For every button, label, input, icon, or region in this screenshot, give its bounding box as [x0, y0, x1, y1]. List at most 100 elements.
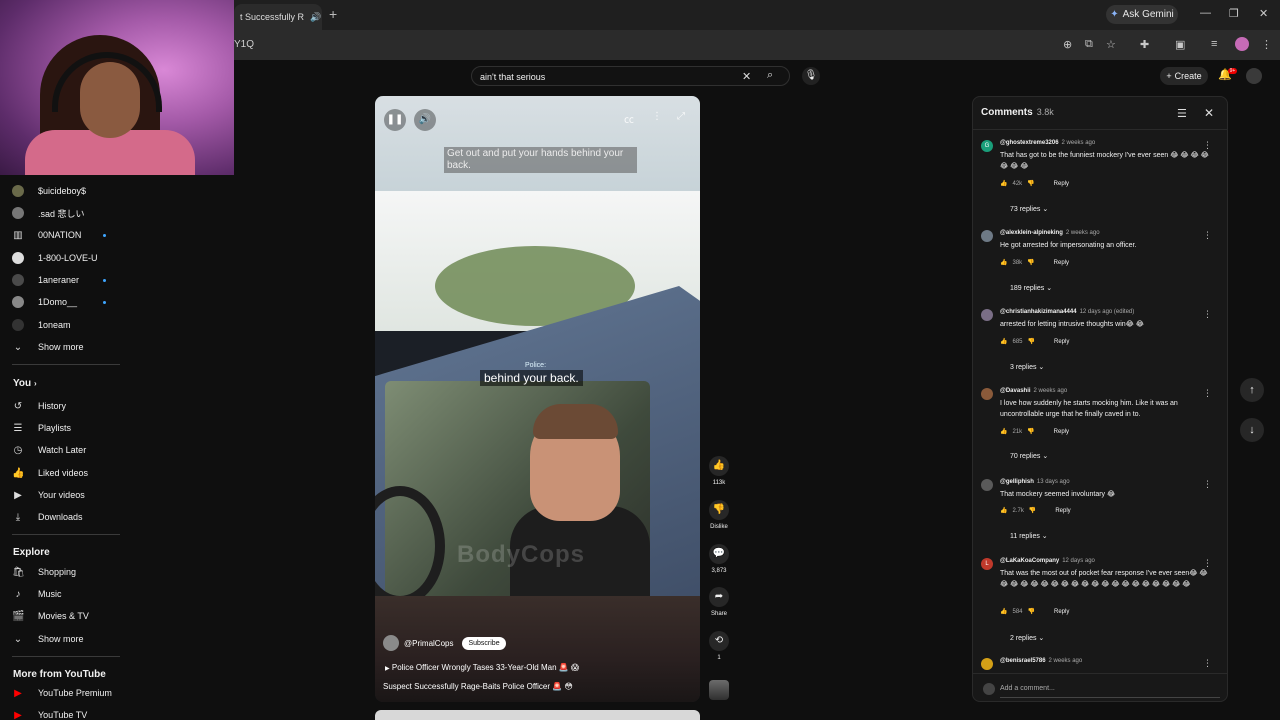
commenter-avatar[interactable] [981, 230, 993, 242]
thumbs-up-icon[interactable]: 👍 [1000, 338, 1007, 345]
speaker-icon[interactable]: 🔊 [310, 12, 321, 23]
voice-search-icon[interactable]: 🎙 [802, 67, 820, 85]
zoom-icon[interactable]: ⊕ [1063, 38, 1072, 51]
sidebar-item-downloads[interactable]: ⤓ Downloads [12, 507, 122, 527]
thumbs-down-icon[interactable]: 👎 [1027, 428, 1034, 435]
replies-toggle[interactable]: 189 replies ⌄ [1010, 284, 1052, 292]
more-vert-icon[interactable]: ⋮ [652, 111, 662, 122]
search-icon[interactable]: ⌕ [767, 69, 773, 82]
thumbs-up-icon[interactable]: 👍 [1000, 259, 1007, 266]
thumbs-up-icon[interactable]: 👍 [1000, 428, 1007, 435]
commenter-avatar[interactable] [981, 388, 993, 400]
you-heading[interactable]: You › [13, 378, 37, 389]
thumbs-up-icon[interactable]: 👍 [1000, 608, 1007, 615]
comment-author[interactable]: @LaKaKoaCompany 12 days ago [1000, 558, 1095, 564]
sort-icon[interactable]: ☰ [1177, 107, 1187, 120]
captions-icon[interactable]: ㏄ [624, 111, 634, 126]
add-comment-input[interactable]: Add a comment... [1000, 685, 1055, 692]
sidebar-item-youtube-tv[interactable]: ▶ YouTube TV [12, 705, 122, 720]
video-title[interactable]: Suspect Successfully Rage-Baits Police O… [383, 682, 573, 691]
cast-icon[interactable]: ⧉ [1085, 38, 1093, 51]
remix-button[interactable]: ⟲ 1 [707, 631, 731, 661]
commenter-avatar[interactable] [981, 479, 993, 491]
thumbs-down-icon[interactable]: 👎 [1029, 507, 1036, 514]
pause-icon[interactable]: ❚❚ [384, 109, 406, 131]
create-button[interactable]: + Create [1160, 67, 1208, 85]
sidebar-item-history[interactable]: ↺ History [12, 396, 122, 416]
next-video-arrow-icon[interactable]: ↓ [1240, 418, 1264, 442]
more-vert-icon[interactable]: ⋮ [1203, 658, 1212, 669]
restore-icon[interactable]: ❐ [1229, 7, 1239, 20]
comment-author[interactable]: @benisrael5786 2 weeks ago [1000, 658, 1082, 664]
extensions-icon[interactable]: ✚ [1140, 38, 1149, 51]
sidebar-item-music[interactable]: ♪ Music [12, 584, 122, 604]
channel-avatar[interactable] [383, 635, 399, 651]
sidebar-item-your-videos[interactable]: ▶ Your videos [12, 485, 122, 505]
comments-button[interactable]: 💬 3,873 [707, 544, 731, 574]
replies-toggle[interactable]: 2 replies ⌄ [1010, 634, 1044, 642]
reply-button[interactable]: Reply [1055, 508, 1070, 514]
previous-video-arrow-icon[interactable]: ↑ [1240, 378, 1264, 402]
thumbs-down-icon[interactable]: 👎 [1028, 608, 1035, 615]
replies-toggle[interactable]: 70 replies ⌄ [1010, 452, 1048, 460]
replies-toggle[interactable]: 11 replies ⌄ [1010, 532, 1048, 540]
comment-author[interactable]: @ghostextreme3206 2 weeks ago [1000, 140, 1095, 146]
clear-search-icon[interactable]: ✕ [742, 70, 751, 83]
browser-tab-active[interactable]: t Successfully R 🔊 ✕ [234, 4, 322, 30]
search-input[interactable]: ain't that serious [480, 72, 545, 82]
thumbs-down-icon[interactable]: 👎 [1027, 180, 1034, 187]
sidebar-item-liked-videos[interactable]: 👍 Liked videos [12, 463, 122, 483]
comment-author[interactable]: @alexklein-alpineking 2 weeks ago [1000, 230, 1100, 236]
commenter-avatar[interactable]: G [981, 140, 993, 152]
like-button[interactable]: 👍 113k [707, 456, 731, 486]
thumbs-up-icon[interactable]: 👍 [1000, 180, 1007, 187]
browser-profile-avatar[interactable] [1235, 37, 1249, 51]
dislike-button[interactable]: 👎 Dislike [707, 500, 731, 530]
comment-author[interactable]: @christianhakizimana4444 12 days ago (edi… [1000, 309, 1134, 315]
commenter-avatar[interactable] [981, 309, 993, 321]
sidebar-subscription[interactable]: 1-800-LOVE-U [12, 248, 122, 268]
sound-thumbnail[interactable] [709, 680, 729, 700]
thumbs-down-icon[interactable]: 👎 [1027, 259, 1034, 266]
browser-menu-icon[interactable]: ⋮ [1261, 38, 1272, 51]
reply-button[interactable]: Reply [1054, 260, 1069, 266]
comment-author[interactable]: @Davashii 2 weeks ago [1000, 388, 1067, 394]
add-comment-bar[interactable]: Add a comment... [973, 673, 1227, 701]
shorts-video-player[interactable]: BodyCops ❚❚ 🔊 ㏄ ⋮ ⤢ Get out and put your… [375, 96, 700, 702]
channel-name[interactable]: @PrimalCops [404, 639, 453, 648]
new-tab-button[interactable]: + [329, 6, 337, 22]
ask-gemini-button[interactable]: ✦ Ask Gemini [1106, 5, 1178, 24]
playlist-link[interactable]: ▶ Police Officer Wrongly Tases 33-Year-O… [385, 663, 579, 672]
commenter-avatar[interactable]: L [981, 558, 993, 570]
sidebar-item-movies-tv[interactable]: 🎬 Movies & TV [12, 606, 122, 626]
reply-button[interactable]: Reply [1054, 609, 1069, 615]
volume-icon[interactable]: 🔊 [414, 109, 436, 131]
bookmark-star-icon[interactable]: ☆ [1106, 38, 1116, 51]
subscriptions-show-more[interactable]: ⌄ Show more [12, 337, 122, 357]
commenter-avatar[interactable] [981, 658, 993, 670]
subscribe-button[interactable]: Subscribe [462, 636, 506, 650]
reply-button[interactable]: Reply [1054, 181, 1069, 187]
split-view-icon[interactable]: ▣ [1175, 38, 1185, 51]
sidebar-item-playlists[interactable]: ☰ Playlists [12, 418, 122, 438]
close-icon[interactable]: ✕ [1204, 106, 1214, 120]
reading-list-icon[interactable]: ≡ [1211, 38, 1217, 50]
minimize-icon[interactable]: — [1200, 7, 1211, 19]
url-text[interactable]: Y1Q [234, 39, 254, 50]
sidebar-item-youtube-premium[interactable]: ▶ YouTube Premium [12, 683, 122, 703]
window-close-icon[interactable]: ✕ [1259, 7, 1268, 20]
account-avatar[interactable] [1246, 68, 1262, 84]
reply-button[interactable]: Reply [1054, 339, 1069, 345]
fullscreen-icon[interactable]: ⤢ [677, 111, 685, 122]
sidebar-subscription[interactable]: $uicideboy$ [12, 181, 122, 201]
replies-toggle[interactable]: 73 replies ⌄ [1010, 205, 1048, 213]
explore-show-more[interactable]: ⌄ Show more [12, 629, 122, 649]
sidebar-item-watch-later[interactable]: ◷ Watch Later [12, 440, 122, 460]
replies-toggle[interactable]: 3 replies ⌄ [1010, 363, 1044, 371]
thumbs-down-icon[interactable]: 👎 [1028, 338, 1035, 345]
comment-author[interactable]: @gelliphish 13 days ago [1000, 479, 1070, 485]
reply-button[interactable]: Reply [1054, 429, 1069, 435]
next-video-preview[interactable] [375, 710, 700, 720]
thumbs-up-icon[interactable]: 👍 [1000, 507, 1007, 514]
search-box[interactable]: ain't that serious ✕ ⌕ [471, 66, 790, 86]
